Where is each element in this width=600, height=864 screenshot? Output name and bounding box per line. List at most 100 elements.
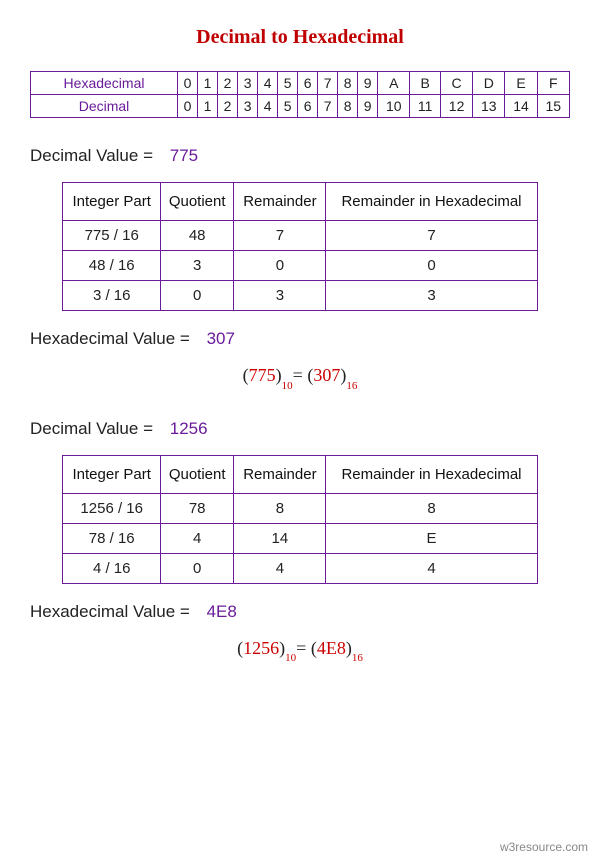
cell: 78	[161, 493, 234, 523]
conversion-table-1: Integer Part Quotient Remainder Remainde…	[62, 182, 537, 311]
ref-cell: 1	[198, 72, 218, 95]
eq-hex: 307	[313, 365, 340, 385]
ref-label-hex: Hexadecimal	[31, 72, 178, 95]
col-quotient: Quotient	[161, 455, 234, 493]
ref-cell: B	[410, 72, 441, 95]
decimal-value: 1256	[170, 419, 208, 438]
cell: 3	[326, 281, 537, 311]
ref-cell: 0	[178, 95, 198, 118]
cell: 4	[161, 523, 234, 553]
ref-cell: 3	[238, 72, 258, 95]
col-quotient: Quotient	[161, 183, 234, 221]
footer-attribution: w3resource.com	[500, 840, 588, 854]
ref-row-dec: Decimal 0 1 2 3 4 5 6 7 8 9 10 11 12 13 …	[31, 95, 570, 118]
ref-cell: 5	[278, 72, 298, 95]
ref-cell: C	[440, 72, 472, 95]
table-row: 1256 / 16 78 8 8	[63, 493, 537, 523]
eq-hex-base: 16	[346, 380, 357, 392]
ref-cell: D	[473, 72, 505, 95]
ref-row-hex: Hexadecimal 0 1 2 3 4 5 6 7 8 9 A B C D …	[31, 72, 570, 95]
col-remainder: Remainder	[234, 183, 326, 221]
decimal-value: 775	[170, 146, 198, 165]
ref-cell: 3	[238, 95, 258, 118]
cell: 4 / 16	[63, 553, 161, 583]
cell: 7	[234, 221, 326, 251]
eq-dec-base: 10	[285, 652, 296, 664]
cell: 0	[326, 251, 537, 281]
col-remainder-hex: Remainder in Hexadecimal	[326, 183, 537, 221]
decimal-value-line-2: Decimal Value = 1256	[30, 419, 570, 439]
cell: 0	[161, 553, 234, 583]
ref-cell: 6	[298, 95, 318, 118]
ref-cell: 0	[178, 72, 198, 95]
ref-cell: A	[378, 72, 410, 95]
ref-cell: 4	[258, 95, 278, 118]
ref-cell: 10	[378, 95, 410, 118]
cell: 3 / 16	[63, 281, 161, 311]
eq-dec-base: 10	[282, 380, 293, 392]
hex-value: 307	[207, 329, 235, 348]
hex-value-line-1: Hexadecimal Value = 307	[30, 329, 570, 349]
table-row: 78 / 16 4 14 E	[63, 523, 537, 553]
ref-cell: 6	[298, 72, 318, 95]
cell: 0	[234, 251, 326, 281]
cell: 775 / 16	[63, 221, 161, 251]
table-header-row: Integer Part Quotient Remainder Remainde…	[63, 455, 537, 493]
ref-cell: 9	[358, 95, 378, 118]
hex-value-line-2: Hexadecimal Value = 4E8	[30, 602, 570, 622]
decimal-value-line-1: Decimal Value = 775	[30, 146, 570, 166]
ref-cell: 12	[440, 95, 472, 118]
ref-cell: 4	[258, 72, 278, 95]
decimal-label: Decimal Value =	[30, 419, 153, 438]
cell: E	[326, 523, 537, 553]
col-remainder: Remainder	[234, 455, 326, 493]
col-remainder-hex: Remainder in Hexadecimal	[326, 455, 537, 493]
ref-cell: 8	[338, 72, 358, 95]
decimal-label: Decimal Value =	[30, 146, 153, 165]
hex-decimal-reference-table: Hexadecimal 0 1 2 3 4 5 6 7 8 9 A B C D …	[30, 71, 570, 118]
col-integer-part: Integer Part	[63, 183, 161, 221]
ref-cell: 14	[505, 95, 537, 118]
eq-dec: 775	[249, 365, 276, 385]
ref-cell: 2	[218, 95, 238, 118]
equation-1: (775)10= (307)16	[30, 365, 570, 389]
ref-cell: 15	[537, 95, 569, 118]
hex-label: Hexadecimal Value =	[30, 602, 190, 621]
ref-cell: 9	[358, 72, 378, 95]
ref-label-dec: Decimal	[31, 95, 178, 118]
table-header-row: Integer Part Quotient Remainder Remainde…	[63, 183, 537, 221]
ref-cell: 11	[410, 95, 441, 118]
ref-cell: 13	[473, 95, 505, 118]
table-row: 3 / 16 0 3 3	[63, 281, 537, 311]
eq-hex: 4E8	[317, 638, 346, 658]
cell: 14	[234, 523, 326, 553]
cell: 3	[234, 281, 326, 311]
cell: 48 / 16	[63, 251, 161, 281]
ref-cell: 7	[318, 72, 338, 95]
table-row: 48 / 16 3 0 0	[63, 251, 537, 281]
eq-dec: 1256	[243, 638, 279, 658]
ref-cell: 1	[198, 95, 218, 118]
cell: 8	[234, 493, 326, 523]
ref-cell: 2	[218, 72, 238, 95]
hex-value: 4E8	[207, 602, 237, 621]
conversion-table-2: Integer Part Quotient Remainder Remainde…	[62, 455, 537, 584]
cell: 78 / 16	[63, 523, 161, 553]
cell: 4	[326, 553, 537, 583]
cell: 1256 / 16	[63, 493, 161, 523]
ref-cell: 5	[278, 95, 298, 118]
equation-2: (1256)10= (4E8)16	[30, 638, 570, 662]
ref-cell: 7	[318, 95, 338, 118]
hex-label: Hexadecimal Value =	[30, 329, 190, 348]
cell: 48	[161, 221, 234, 251]
ref-cell: F	[537, 72, 569, 95]
cell: 8	[326, 493, 537, 523]
cell: 7	[326, 221, 537, 251]
table-row: 4 / 16 0 4 4	[63, 553, 537, 583]
ref-cell: 8	[338, 95, 358, 118]
ref-cell: E	[505, 72, 537, 95]
page-title: Decimal to Hexadecimal	[30, 26, 570, 49]
cell: 3	[161, 251, 234, 281]
table-row: 775 / 16 48 7 7	[63, 221, 537, 251]
cell: 0	[161, 281, 234, 311]
